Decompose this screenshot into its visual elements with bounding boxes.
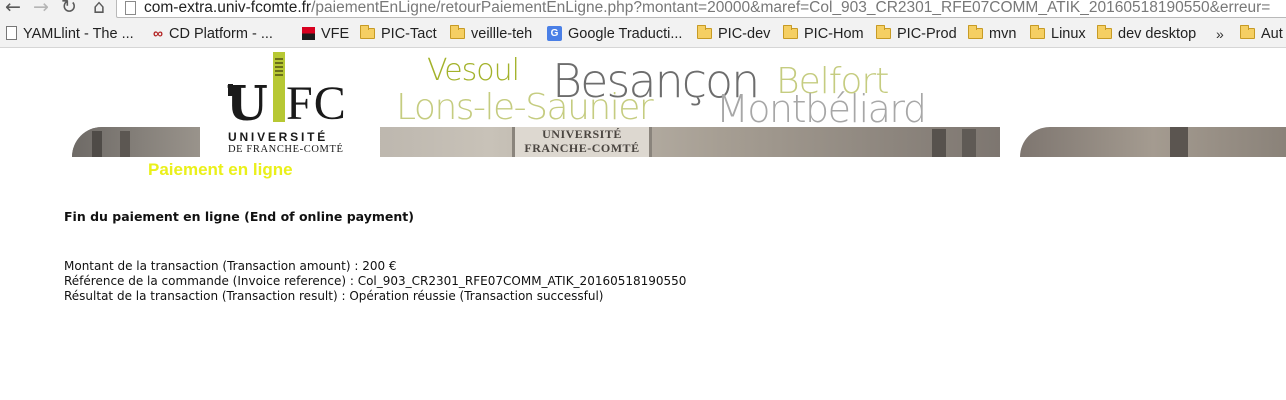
bookmark-label: Aut [1261,26,1283,42]
bookmark-label: Google Traducti... [568,26,683,42]
bookmark-veillle-teh[interactable]: veillle-teh [450,24,532,44]
page-icon [125,1,136,15]
section-title: Paiement en ligne [148,160,293,179]
city-montbeliard: Montbéliard [716,87,927,131]
home-icon[interactable]: ⌂ [88,0,110,18]
banner-window [962,129,976,157]
vfe-icon [302,26,315,40]
result-row: Résultat de la transaction (Transaction … [64,289,686,304]
bookmark-pic-dev[interactable]: PIC-dev [697,24,770,44]
bookmark-linux[interactable]: Linux [1030,24,1086,44]
url-host: com-extra.univ-fcomte.fr [144,0,312,16]
page-icon [6,26,17,41]
bookmark-pic-prod[interactable]: PIC-Prod [876,24,957,44]
banner-window [932,129,946,157]
banner-sign-line2: FRANCHE-COMTÉ [524,141,640,155]
folder-icon [697,24,712,39]
reload-icon[interactable]: ↻ [58,0,80,18]
folder-icon [1097,24,1112,39]
folder-icon [1240,24,1255,39]
bookmark-vfe[interactable]: VFE [302,24,349,44]
reference-label: Référence de la commande (Invoice refere… [64,274,358,288]
bookmark-overflow-folder[interactable]: Aut [1240,24,1283,44]
url-path: /paiementEnLigne/retourPaiementEnLigne.p… [311,0,1271,16]
payment-result: Fin du paiement en ligne (End of online … [64,209,686,303]
bookmark-label: PIC-dev [718,26,771,42]
infinity-icon: ∞ [153,25,163,42]
bookmark-pic-hom[interactable]: PIC-Hom [783,24,864,44]
amount-label: Montant de la transaction (Transaction a… [64,259,363,273]
logo-letter-u: U [226,76,268,132]
google-translate-icon: G [547,25,562,41]
folder-icon [968,24,983,39]
city-lons-le-saunier: Lons-le-Saunier [396,87,654,128]
bookmarks-overflow-button[interactable]: » [1216,24,1224,44]
bookmark-label: PIC-Hom [804,26,864,42]
reference-row: Référence de la commande (Invoice refere… [64,274,686,289]
folder-icon [360,24,375,39]
amount-row: Montant de la transaction (Transaction a… [64,259,686,274]
reference-value: Col_903_CR2301_RFE07COMM_ATIK_2016051819… [357,274,687,288]
banner-pillar [1170,127,1188,157]
folder-icon [1030,24,1045,39]
bookmark-label: CD Platform - ... [168,26,273,42]
result-value: Opération réussie (Transaction successfu… [349,289,604,303]
bookmark-label: mvn [989,26,1017,42]
bookmark-label: VFE [321,26,350,42]
page-heading: Fin du paiement en ligne (End of online … [64,209,414,224]
transaction-details: Montant de la transaction (Transaction a… [64,259,686,304]
folder-icon [783,24,798,39]
logo-franche-comte-text: DE FRANCHE-COMTÉ [228,144,344,155]
bookmark-label: PIC-Prod [897,26,957,42]
bookmark-label: veillle-teh [471,26,533,42]
address-bar[interactable]: com-extra.univ-fcomte.fr/paiementEnLigne… [116,0,1286,18]
folder-icon [450,24,465,39]
banner-sign-line1: UNIVERSITÉ [542,127,622,141]
bookmark-label: PIC-Tact [381,26,437,42]
browser-toolbar: ← → ↻ ⌂ com-extra.univ-fcomte.fr/paiemen… [0,0,1286,20]
logo-letters-fc: FC [286,77,347,130]
amount-value: 200 € [362,259,397,273]
bookmark-label: YAMLlint - The ... [23,26,134,42]
banner-window [120,131,130,157]
university-logo[interactable]: U FC UNIVERSITÉ DE FRANCHE-COMTÉ [200,52,380,157]
folder-icon [876,24,891,39]
header-banner-photo-right [1020,127,1286,157]
bookmark-dev-desktop[interactable]: dev desktop [1097,24,1196,44]
bookmark-pic-tact[interactable]: PIC-Tact [360,24,437,44]
url-text[interactable]: com-extra.univ-fcomte.fr/paiementEnLigne… [144,0,1270,17]
bookmark-cd-platform[interactable]: ∞ CD Platform - ... [153,24,273,44]
forward-arrow-icon[interactable]: → [30,0,52,18]
bookmark-google-traduction[interactable]: G Google Traducti... [547,24,682,44]
logo-bar-pattern [275,58,283,78]
bookmarks-bar: YAMLlint - The ... ∞ CD Platform - ... VF… [0,20,1286,48]
city-vesoul: Vesoul [427,53,520,88]
result-label: Résultat de la transaction (Transaction … [64,289,350,303]
logo-universite-text: UNIVERSITÉ [228,130,329,144]
bookmark-yamllint[interactable]: YAMLlint - The ... [6,24,134,44]
back-arrow-icon[interactable]: ← [2,0,24,18]
banner-building-sign: UNIVERSITÉ FRANCHE-COMTÉ [512,127,652,157]
banner-window [92,131,102,157]
bookmark-mvn[interactable]: mvn [968,24,1016,44]
bookmark-label: Linux [1051,26,1086,42]
bookmark-label: dev desktop [1118,26,1197,42]
